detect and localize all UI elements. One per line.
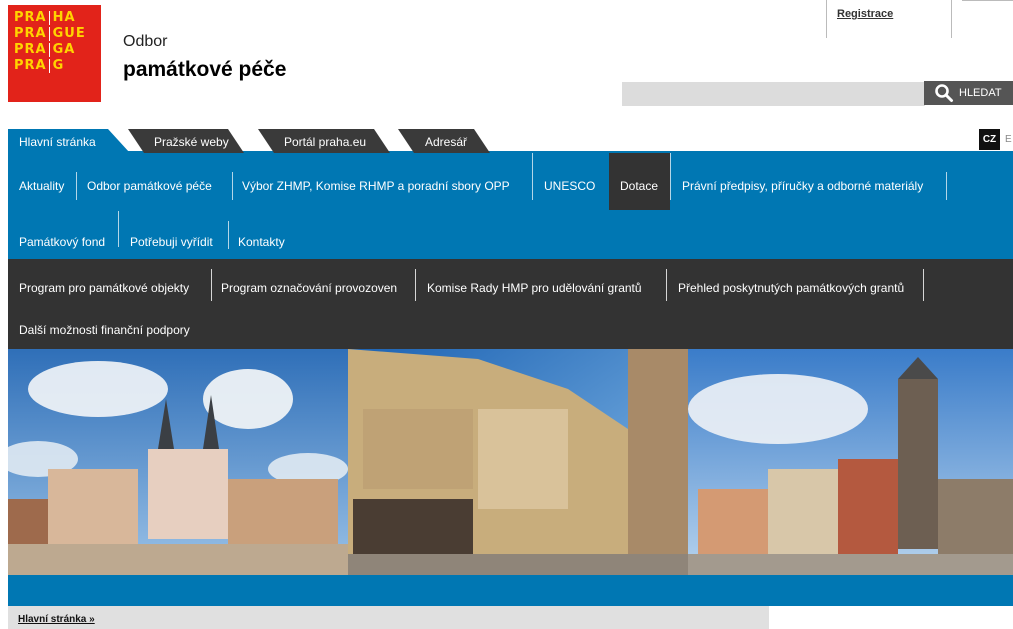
tab-label: Adresář — [425, 135, 468, 149]
nav-item-vybor[interactable]: Výbor ZHMP, Komise RHMP a poradní sbory … — [242, 179, 510, 193]
nav-item-kontakty[interactable]: Kontakty — [238, 235, 285, 249]
prague-panorama-image — [8, 349, 1013, 575]
main-nav: Aktuality Odbor památkové péče Výbor ZHM… — [8, 153, 1013, 259]
tab-label: Portál praha.eu — [284, 135, 367, 149]
nav-item-fond[interactable]: Památkový fond — [19, 235, 105, 249]
tab-label: Pražské weby — [154, 135, 229, 149]
subnav-item-prehled[interactable]: Přehled poskytnutých památkových grantů — [678, 281, 904, 295]
breadcrumb-home-link[interactable]: Hlavní stránka » — [18, 614, 95, 625]
tab-portal[interactable]: Portál praha.eu — [258, 129, 390, 153]
nav-item-vyridit[interactable]: Potřebuji vyřídit — [130, 235, 213, 249]
divider — [962, 0, 1013, 1]
subnav-item-pamatkove-objekty[interactable]: Program pro památkové objekty — [19, 281, 189, 295]
nav-item-pravni[interactable]: Právní předpisy, příručky a odborné mate… — [682, 179, 923, 193]
sub-nav: Program pro památkové objekty Program oz… — [8, 259, 1013, 349]
department-title: památkové péče — [123, 58, 287, 81]
prague-logo[interactable]: PRA HA PRA GUE PRA GA PRA G — [8, 5, 101, 102]
language-cz[interactable]: CZ — [979, 129, 1000, 150]
tab-prague-webs[interactable]: Pražské weby — [128, 129, 244, 153]
search-button[interactable]: HLEDAT — [924, 81, 1013, 105]
registration-link[interactable]: Registrace — [837, 8, 893, 20]
search-icon — [935, 84, 953, 102]
subnav-item-komise[interactable]: Komise Rady HMP pro udělování grantů — [427, 281, 642, 295]
search-input[interactable] — [622, 82, 925, 106]
banner-photo — [8, 349, 1013, 575]
breadcrumb — [8, 606, 769, 629]
nav-item-odbor[interactable]: Odbor památkové péče — [87, 179, 212, 193]
language-en[interactable]: E — [1005, 129, 1012, 150]
site-tabs: Hlavní stránka Pražské weby Portál praha… — [0, 127, 1013, 153]
tab-directory[interactable]: Adresář — [398, 129, 490, 153]
department-label: Odbor — [123, 33, 168, 50]
logo-row: PRA GA — [14, 42, 76, 57]
nav-item-unesco[interactable]: UNESCO — [544, 179, 595, 193]
tab-label: Hlavní stránka — [19, 135, 96, 149]
nav-item-aktuality[interactable]: Aktuality — [19, 179, 64, 193]
logo-row: PRA HA — [14, 10, 76, 25]
logo-row: PRA G — [14, 58, 65, 73]
blue-strip — [8, 575, 1013, 606]
nav-item-dotace[interactable]: Dotace — [620, 179, 658, 193]
subnav-item-dalsi[interactable]: Další možnosti finanční podpory — [19, 323, 190, 337]
subnav-item-oznacovani[interactable]: Program označování provozoven — [221, 281, 397, 295]
logo-row: PRA GUE — [14, 26, 86, 41]
tab-home[interactable]: Hlavní stránka — [8, 129, 130, 153]
search-button-label: HLEDAT — [959, 87, 1002, 99]
